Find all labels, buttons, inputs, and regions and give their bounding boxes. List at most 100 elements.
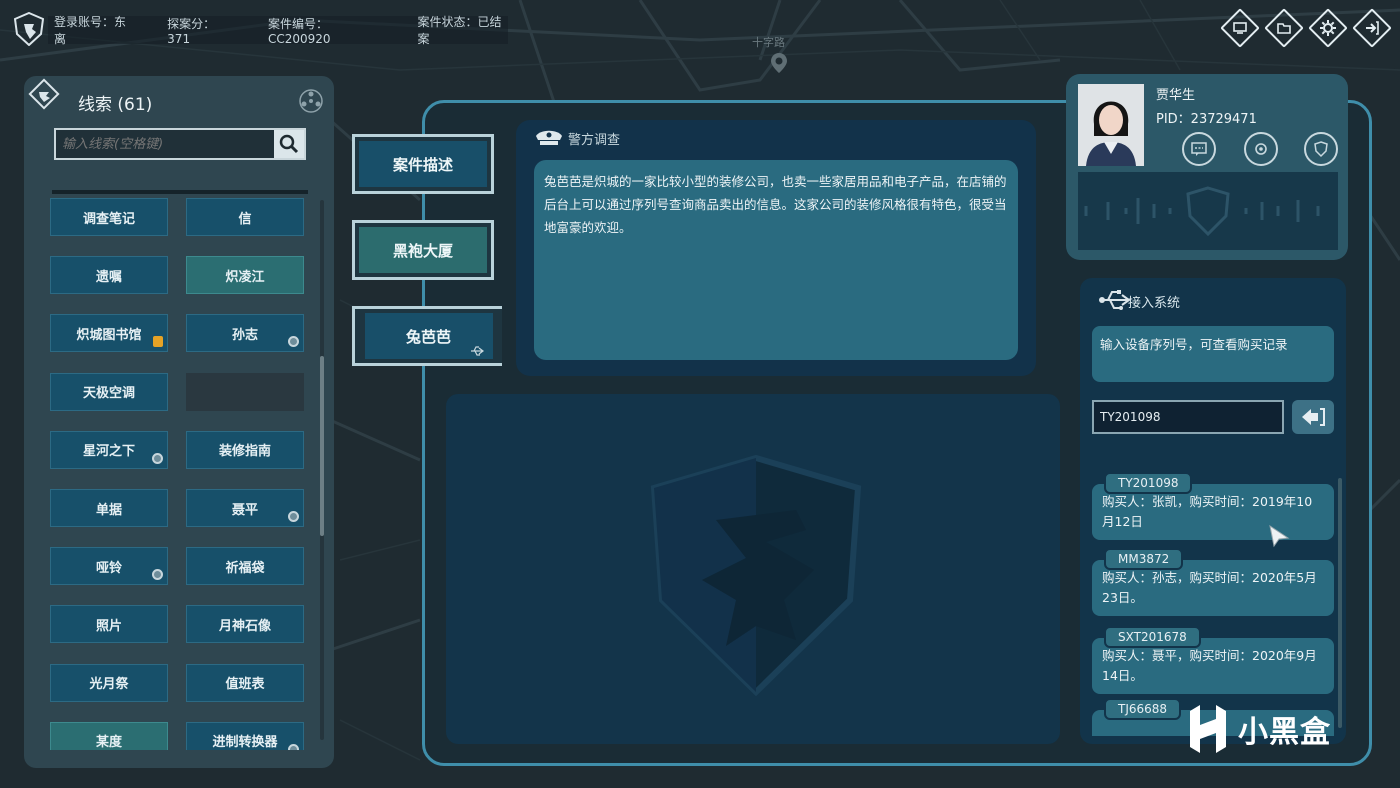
tab-tubaba[interactable]: 兔芭芭 <box>352 306 502 366</box>
clue-item-label: 进制转换器 <box>212 735 278 750</box>
usb-icon <box>1099 290 1131 310</box>
record-serial-tag: TJ66688 <box>1104 698 1182 720</box>
access-title: 接入系统 <box>1128 296 1181 311</box>
case-status-label: 案件状态：已结案 <box>417 15 502 46</box>
search-icon <box>279 134 299 154</box>
clue-item-label: 某度 <box>95 735 122 750</box>
settings-button[interactable] <box>1310 10 1346 46</box>
enter-arrow-icon <box>1302 408 1325 426</box>
clue-item[interactable]: 装修指南 <box>186 430 304 469</box>
tab-label: 黑袍大厦 <box>359 227 487 273</box>
account-label: 登录账号：东离 <box>54 15 127 46</box>
purchase-records-list: 购买人：张凯，购买时间：2019年10月12日 TY201098 购买人：孙志，购买… <box>1092 474 1336 736</box>
tab-connector <box>493 190 503 224</box>
profile-name: 贾华生 <box>1156 88 1196 103</box>
watermark: 小黑盒 <box>1186 700 1366 758</box>
settings-icon <box>1255 143 1267 155</box>
police-cap-icon <box>536 130 562 145</box>
police-title: 警方调查 <box>568 133 621 148</box>
dot-badge-icon <box>288 336 299 348</box>
clue-item-label: 孙志 <box>231 327 258 343</box>
badge-button[interactable] <box>1304 132 1338 166</box>
clue-search-button[interactable] <box>274 130 304 158</box>
monitor-button[interactable] <box>1222 10 1258 46</box>
profile-pid: PID：23729471 <box>1156 112 1257 127</box>
folder-icon <box>1277 23 1291 34</box>
mouse-cursor-icon <box>1269 524 1290 548</box>
clue-panel: 线索 (61) 调查笔记 信遗嘱 炽凌江炽城图书馆 孙志天极空调星河之下 装修指南单据 聂… <box>24 76 334 768</box>
clue-item[interactable]: 哑铃 <box>50 547 168 586</box>
link-badge-icon <box>288 743 299 750</box>
clue-item-label: 哑铃 <box>95 560 122 576</box>
clue-item[interactable]: 天极空调 <box>50 372 168 411</box>
gear-icon <box>1320 20 1336 36</box>
chat-icon <box>1191 142 1207 156</box>
record-text: 购买人：聂平，购买时间：2020年9月14日。 <box>1102 648 1317 683</box>
clue-item[interactable]: 月神石像 <box>186 605 304 644</box>
clue-item[interactable]: 炽凌江 <box>186 256 304 295</box>
case-number-label: 案件编号：CC200920 <box>268 16 331 46</box>
clue-divider <box>52 190 308 194</box>
clue-grid: 调查笔记 信遗嘱 炽凌江炽城图书馆 孙志天极空调星河之下 装修指南单据 聂平哑铃 祈福袋照片… <box>50 198 306 750</box>
serial-number-input[interactable] <box>1092 400 1284 434</box>
clue-item[interactable]: 聂平 <box>186 489 304 527</box>
clue-item[interactable]: 孙志 <box>186 314 304 353</box>
clue-item[interactable]: 某度 <box>50 721 168 750</box>
clue-badge-icon <box>28 78 60 110</box>
clue-search-box <box>54 128 306 160</box>
network-icon[interactable] <box>298 88 324 114</box>
usb-small-icon <box>471 346 484 356</box>
clue-search-input[interactable] <box>56 130 274 158</box>
clue-item-label: 遗嘱 <box>95 269 122 285</box>
shield-badge-icon <box>153 336 163 348</box>
monitor-icon <box>1233 22 1247 34</box>
clue-item[interactable]: 值班表 <box>186 663 304 702</box>
record-serial-tag: SXT201678 <box>1104 626 1201 648</box>
exit-icon <box>1366 21 1379 35</box>
clue-item[interactable]: 星河之下 <box>50 430 168 469</box>
clue-item-label: 月神石像 <box>218 618 271 634</box>
clue-item-label: 炽凌江 <box>225 269 265 285</box>
tab-heipao-building[interactable]: 黑袍大厦 <box>352 220 494 280</box>
clue-item-label: 调查笔记 <box>82 211 135 227</box>
clue-item-label: 单据 <box>95 502 122 518</box>
folder-button[interactable] <box>1266 10 1302 46</box>
record-serial-tag: MM3872 <box>1104 548 1184 570</box>
top-status-bar: 登录账号：东离 探案分：371 案件编号：CC200920 案件状态：已结案 <box>48 15 508 46</box>
clue-title: 线索 (61) <box>78 95 153 115</box>
record-serial-tag: TY201098 <box>1104 474 1193 494</box>
audio-wave-icon <box>1078 172 1338 250</box>
tab-case-description[interactable]: 案件描述 <box>352 134 494 194</box>
exit-button[interactable] <box>1354 10 1390 46</box>
shield-emblem-icon <box>650 454 862 697</box>
records-scrollbar[interactable] <box>1338 478 1342 728</box>
clue-item[interactable]: 单据 <box>50 489 168 527</box>
clue-item[interactable]: 进制转换器 <box>186 721 304 750</box>
clue-item[interactable]: 祈福袋 <box>186 547 304 586</box>
clue-item-label: 照片 <box>95 618 122 634</box>
profile-settings-button[interactable] <box>1244 132 1278 166</box>
link-badge-icon <box>152 452 163 464</box>
clue-item[interactable]: 光月祭 <box>50 663 168 702</box>
clue-item-label: 星河之下 <box>82 444 135 460</box>
serial-submit-button[interactable] <box>1292 400 1334 434</box>
record-text: 购买人：孙志，购买时间：2020年5月23日。 <box>1102 570 1317 605</box>
clue-item[interactable]: 遗嘱 <box>50 256 168 295</box>
clue-item-label: 值班表 <box>225 677 265 693</box>
clue-item[interactable]: 炽城图书馆 <box>50 314 168 353</box>
badge-icon <box>1314 141 1328 158</box>
clue-item[interactable]: 信 <box>186 198 304 236</box>
clue-item-label: 光月祭 <box>89 677 129 693</box>
watermark-text: 小黑盒 <box>1238 715 1331 750</box>
chat-button[interactable] <box>1182 132 1216 166</box>
evidence-display-panel <box>446 394 1060 744</box>
officer-portrait-icon <box>1078 84 1144 166</box>
access-system-panel: 接入系统 输入设备序列号，可查看购买记录 购买人：张凯，购买时间：2019年10… <box>1080 278 1346 744</box>
clue-slot-empty <box>186 372 304 411</box>
police-description: 兔芭芭是炽城的一家比较小型的装修公司，也卖一些家居用品和电子产品，在店铺的后台上… <box>534 160 1018 360</box>
clue-item[interactable]: 照片 <box>50 605 168 644</box>
dot-badge-icon <box>288 511 299 522</box>
location-pin-icon <box>771 53 787 73</box>
clue-item[interactable]: 调查笔记 <box>50 198 168 236</box>
clue-scrollbar-thumb[interactable] <box>320 356 324 536</box>
